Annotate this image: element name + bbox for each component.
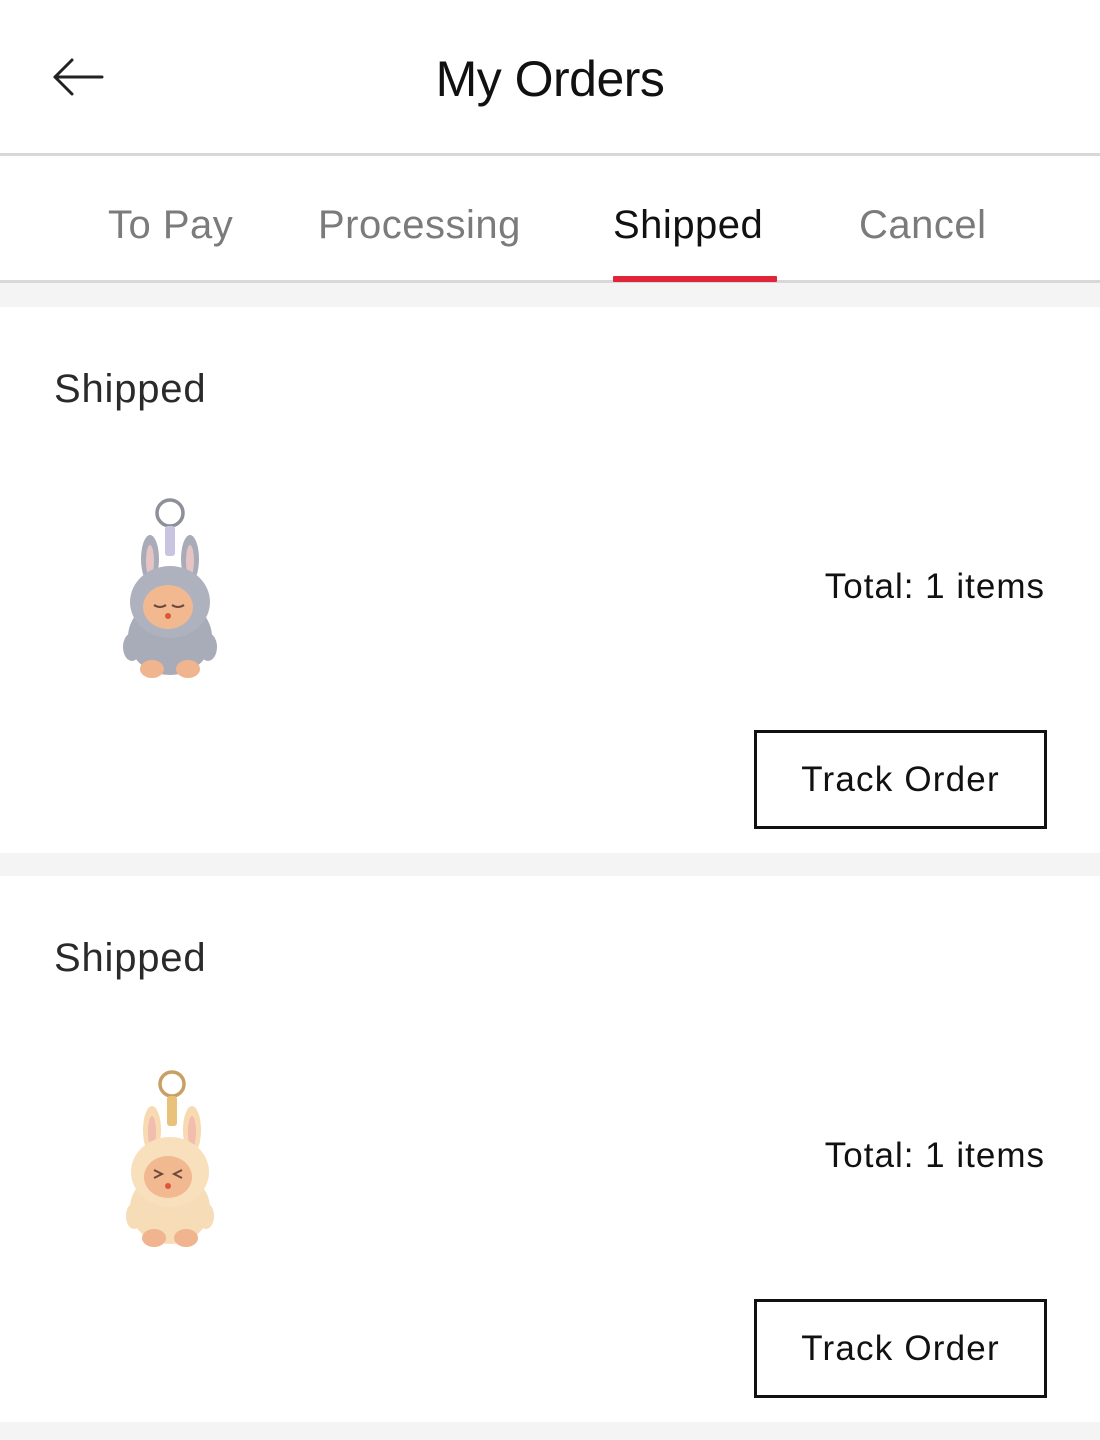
- product-thumbnail[interactable]: [110, 497, 230, 682]
- order-status: Shipped: [54, 936, 207, 980]
- order-status: Shipped: [54, 367, 207, 411]
- peach-bunny-plush-keychain-icon: [126, 1070, 214, 1247]
- tab-shipped[interactable]: Shipped: [613, 203, 763, 248]
- track-order-button[interactable]: Track Order: [754, 1299, 1047, 1398]
- tab-to-pay[interactable]: To Pay: [108, 203, 233, 248]
- order-status-tabs: To Pay Processing Shipped Cancel: [0, 156, 1100, 283]
- page-title: My Orders: [435, 51, 665, 107]
- active-tab-indicator: [613, 276, 777, 282]
- order-total: Total: 1 items: [824, 567, 1045, 606]
- tab-processing[interactable]: Processing: [318, 203, 521, 248]
- order-total: Total: 1 items: [824, 1136, 1045, 1175]
- gray-bunny-plush-keychain-icon: [123, 498, 217, 678]
- top-app-bar: My Orders: [0, 0, 1100, 156]
- order-card[interactable]: Shipped Total: 1 items Track Order: [0, 876, 1100, 1422]
- order-card[interactable]: Shipped Total: 1 items Track Order: [0, 307, 1100, 853]
- product-thumbnail[interactable]: [110, 1066, 230, 1251]
- tab-cancel[interactable]: Cancel: [859, 203, 987, 248]
- track-order-button[interactable]: Track Order: [754, 730, 1047, 829]
